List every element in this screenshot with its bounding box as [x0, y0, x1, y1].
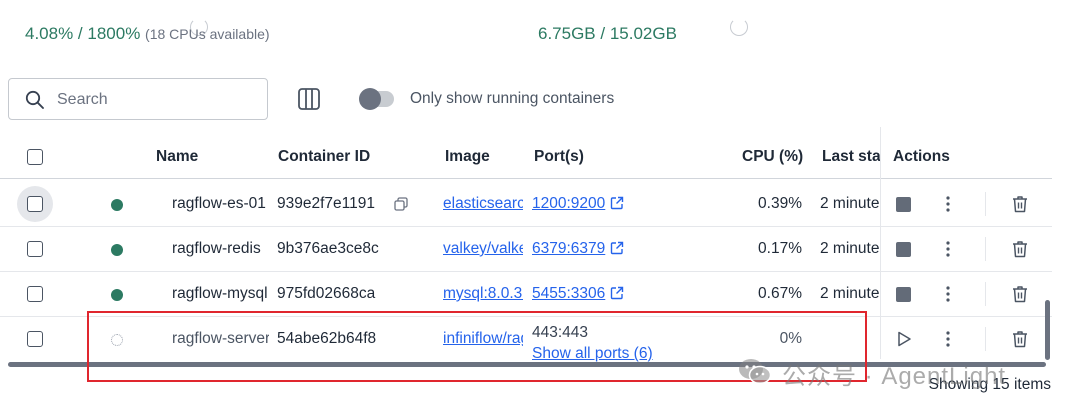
table-row[interactable]: ragflow-es-01 939e2f7e1191 elasticsearch… [0, 182, 1052, 227]
port-link[interactable]: 5455:3306 [532, 285, 642, 303]
column-header-container-id[interactable]: Container ID [278, 148, 370, 166]
more-options-icon[interactable] [938, 239, 958, 259]
select-all-checkbox[interactable] [27, 149, 43, 165]
cpu-count-note: (18 CPUs available) [145, 26, 270, 42]
status-running-icon [111, 289, 123, 301]
search-icon [25, 90, 44, 109]
delete-icon[interactable] [1011, 329, 1029, 349]
column-header-name[interactable]: Name [156, 148, 198, 166]
port-link[interactable]: 6379:6379 [532, 240, 642, 258]
search-box[interactable] [8, 78, 268, 120]
actions-column-divider [880, 127, 881, 359]
row-checkbox[interactable] [27, 196, 43, 212]
port-link[interactable]: 1200:9200 [532, 195, 642, 213]
table-row[interactable]: ragflow-redis 9b376ae3ce8c valkey/valkey… [0, 227, 1052, 272]
container-name[interactable]: ragflow-mysql [172, 285, 269, 303]
status-running-icon [111, 199, 123, 211]
port-mapping[interactable]: 6379:6379 [532, 240, 605, 257]
container-name[interactable]: ragflow-es-01 [172, 195, 269, 213]
more-options-icon[interactable] [938, 194, 958, 214]
row-checkbox[interactable] [27, 331, 43, 347]
image-link[interactable]: mysql:8.0.39 [443, 285, 523, 303]
copy-icon[interactable] [394, 197, 408, 211]
stop-icon[interactable] [896, 287, 911, 302]
watermark-text: 公众号 · AgentLight [782, 363, 1007, 390]
info-icon[interactable] [730, 18, 748, 36]
external-link-icon[interactable] [610, 286, 624, 300]
running-only-label: Only show running containers [410, 90, 615, 107]
stop-icon[interactable] [896, 242, 911, 257]
more-options-icon[interactable] [938, 284, 958, 304]
divider [985, 237, 986, 261]
column-header-image[interactable]: Image [445, 148, 490, 166]
column-header-last-started[interactable]: Last started [822, 148, 880, 166]
vertical-scrollbar[interactable] [1045, 300, 1050, 360]
wechat-logo-icon [739, 359, 772, 385]
port-mapping[interactable]: 5455:3306 [532, 285, 605, 302]
running-only-toggle[interactable] [359, 88, 394, 110]
container-name[interactable]: ragflow-redis [172, 240, 269, 258]
port-mapping[interactable]: 1200:9200 [532, 195, 605, 212]
last-started: 2 minutes ago [820, 285, 880, 302]
last-started: 2 minutes ago [820, 240, 880, 257]
divider [985, 327, 986, 351]
column-header-cpu[interactable]: CPU (%) [742, 148, 803, 166]
image-link[interactable]: valkey/valkey [443, 240, 523, 258]
cpu-value: 0.39% [758, 195, 802, 212]
container-id: 975fd02668ca [277, 285, 376, 302]
status-running-icon [111, 244, 123, 256]
search-input[interactable] [57, 87, 257, 113]
divider [985, 282, 986, 306]
stats-bar: 4.08% / 1800% (18 CPUs available) 6.75GB… [25, 18, 1065, 48]
cpu-value: 0.67% [758, 285, 802, 302]
divider [985, 192, 986, 216]
delete-icon[interactable] [1011, 239, 1029, 259]
delete-icon[interactable] [1011, 284, 1029, 304]
last-started: 2 minutes ago [820, 195, 880, 212]
row-checkbox[interactable] [27, 286, 43, 302]
column-header-ports[interactable]: Port(s) [534, 148, 584, 166]
toolbar: Only show running containers [8, 78, 1058, 120]
image-link[interactable]: elasticsearch [443, 195, 523, 213]
container-id: 939e2f7e1191 [277, 195, 375, 212]
cpu-usage-value: 4.08% / 1800% [25, 24, 141, 43]
column-header-actions: Actions [893, 148, 950, 165]
delete-icon[interactable] [1011, 194, 1029, 214]
toggle-knob [359, 88, 381, 110]
table-header: Name Container ID Image Port(s) CPU (%) … [0, 135, 1052, 179]
row-checkbox[interactable] [27, 241, 43, 257]
start-icon[interactable] [896, 331, 912, 347]
cpu-value: 0.17% [758, 240, 802, 257]
cpu-usage-stat: 4.08% / 1800% (18 CPUs available) [25, 24, 270, 44]
memory-usage-stat: 6.75GB / 15.02GB [538, 24, 677, 43]
stop-icon[interactable] [896, 197, 911, 212]
container-id: 9b376ae3ce8c [277, 240, 379, 257]
external-link-icon[interactable] [610, 241, 624, 255]
external-link-icon[interactable] [610, 196, 624, 210]
columns-icon[interactable] [297, 87, 321, 111]
more-options-icon[interactable] [938, 329, 958, 349]
